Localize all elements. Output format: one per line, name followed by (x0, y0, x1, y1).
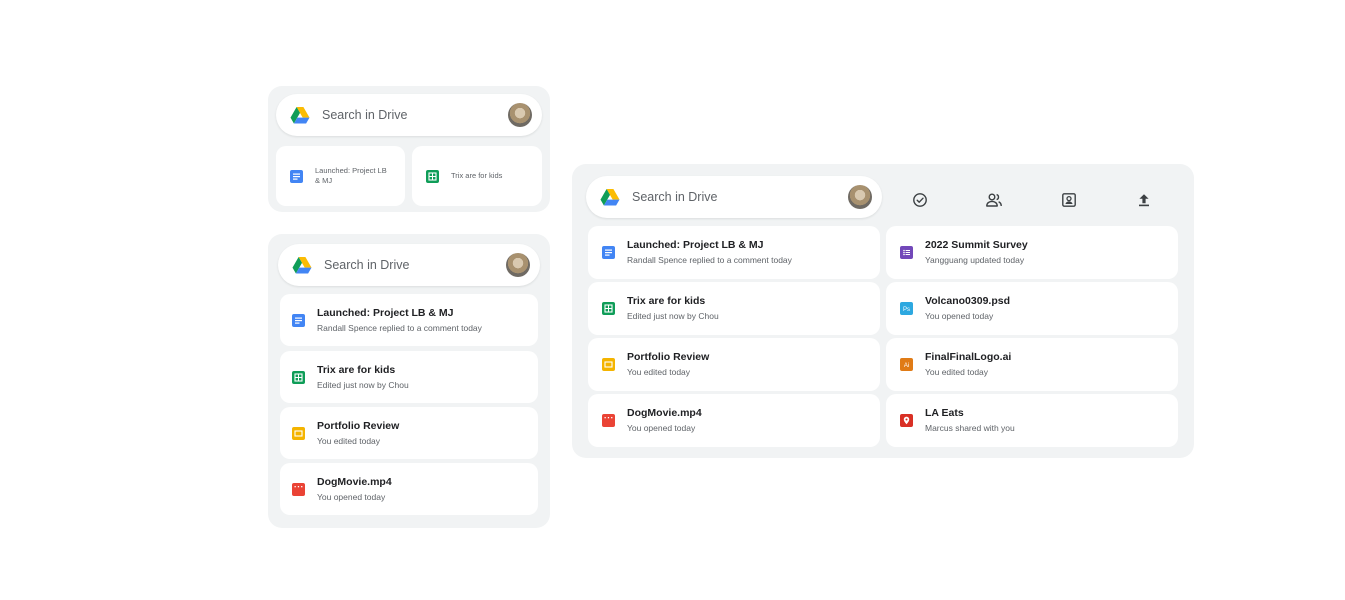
file-card[interactable]: LA Eats Marcus shared with you (886, 394, 1178, 447)
docs-icon (290, 169, 303, 183)
file-subtitle: Randall Spence replied to a comment toda… (317, 322, 482, 333)
file-title: Launched: Project LB & MJ (627, 239, 764, 251)
illustrator-icon: Ai (900, 358, 913, 371)
slides-icon (602, 358, 615, 371)
video-icon (292, 482, 305, 496)
file-title: Volcano0309.psd (925, 295, 1011, 307)
docs-icon (292, 313, 305, 327)
file-subtitle: Edited just now by Chou (317, 379, 409, 390)
drive-widget-small: Search in Drive Launched: Project LB & M… (268, 86, 550, 212)
drive-widget-large: Search in Drive Launched: Project LB & M… (572, 164, 1194, 458)
scan-icon[interactable] (1059, 190, 1079, 210)
file-card[interactable]: Ai FinalFinalLogo.ai You edited today (886, 338, 1178, 391)
video-icon (602, 414, 615, 427)
upload-icon[interactable] (1134, 190, 1154, 210)
file-title: LA Eats (925, 407, 964, 419)
svg-text:Ai: Ai (904, 363, 909, 369)
avatar[interactable] (508, 103, 532, 127)
drive-logo-icon (600, 188, 620, 206)
avatar[interactable] (506, 253, 530, 277)
file-title: Trix are for kids (317, 363, 396, 376)
file-card[interactable]: DogMovie.mp4 You opened today (588, 394, 880, 447)
file-title: FinalFinalLogo.ai (925, 351, 1012, 363)
avatar[interactable] (848, 185, 872, 209)
new-task-icon[interactable] (910, 190, 930, 210)
file-title: Launched: Project LB & MJ (315, 166, 387, 185)
file-title: DogMovie.mp4 (317, 475, 392, 488)
slides-icon (292, 426, 305, 440)
file-title: 2022 Summit Survey (925, 239, 1028, 251)
sheets-icon (602, 302, 615, 315)
file-title: Trix are for kids (451, 171, 503, 180)
file-subtitle: Marcus shared with you (925, 423, 1015, 433)
file-card[interactable]: Trix are for kids Edited just now by Cho… (280, 351, 538, 403)
file-card[interactable]: 2022 Summit Survey Yangguang updated tod… (886, 226, 1178, 279)
file-card[interactable]: Launched: Project LB & MJ (276, 146, 405, 206)
file-card[interactable]: Trix are for kids Edited just now by Cho… (588, 282, 880, 335)
photoshop-icon: Ps (900, 302, 913, 315)
file-subtitle: Randall Spence replied to a comment toda… (627, 255, 792, 265)
search-placeholder: Search in Drive (632, 190, 718, 204)
drive-logo-icon (292, 256, 312, 274)
file-subtitle: You edited today (317, 435, 381, 446)
file-subtitle: You edited today (925, 367, 989, 377)
file-card[interactable]: Launched: Project LB & MJ Randall Spence… (280, 294, 538, 346)
file-card[interactable]: Portfolio Review You edited today (280, 407, 538, 459)
forms-icon (900, 246, 913, 259)
file-title: Portfolio Review (317, 419, 400, 432)
search-bar[interactable]: Search in Drive (586, 176, 882, 218)
drive-logo-icon (290, 106, 310, 124)
file-card[interactable]: Portfolio Review You edited today (588, 338, 880, 391)
sheets-icon (292, 370, 305, 384)
file-subtitle: Yangguang updated today (925, 255, 1025, 265)
file-title: Launched: Project LB & MJ (317, 306, 454, 319)
sheets-icon (426, 169, 439, 183)
file-card[interactable]: Ps Volcano0309.psd You opened today (886, 282, 1178, 335)
search-placeholder: Search in Drive (324, 258, 410, 272)
file-subtitle: You edited today (627, 367, 691, 377)
search-bar[interactable]: Search in Drive (276, 94, 542, 136)
search-placeholder: Search in Drive (322, 108, 408, 122)
file-title: Portfolio Review (627, 351, 710, 363)
svg-text:Ps: Ps (903, 307, 910, 313)
file-card[interactable]: Launched: Project LB & MJ Randall Spence… (588, 226, 880, 279)
file-card[interactable]: DogMovie.mp4 You opened today (280, 463, 538, 515)
docs-icon (602, 246, 615, 259)
file-subtitle: You opened today (627, 423, 696, 433)
file-title: DogMovie.mp4 (627, 407, 702, 419)
my-maps-icon (900, 414, 913, 427)
file-title: Trix are for kids (627, 295, 706, 307)
drive-widget-medium: Search in Drive Launched: Project LB & M… (268, 234, 550, 528)
shared-with-me-icon[interactable] (984, 190, 1004, 210)
search-bar[interactable]: Search in Drive (278, 244, 540, 286)
file-subtitle: Edited just now by Chou (627, 311, 719, 321)
file-subtitle: You opened today (317, 491, 386, 502)
file-card[interactable]: Trix are for kids (412, 146, 542, 206)
file-subtitle: You opened today (925, 311, 994, 321)
